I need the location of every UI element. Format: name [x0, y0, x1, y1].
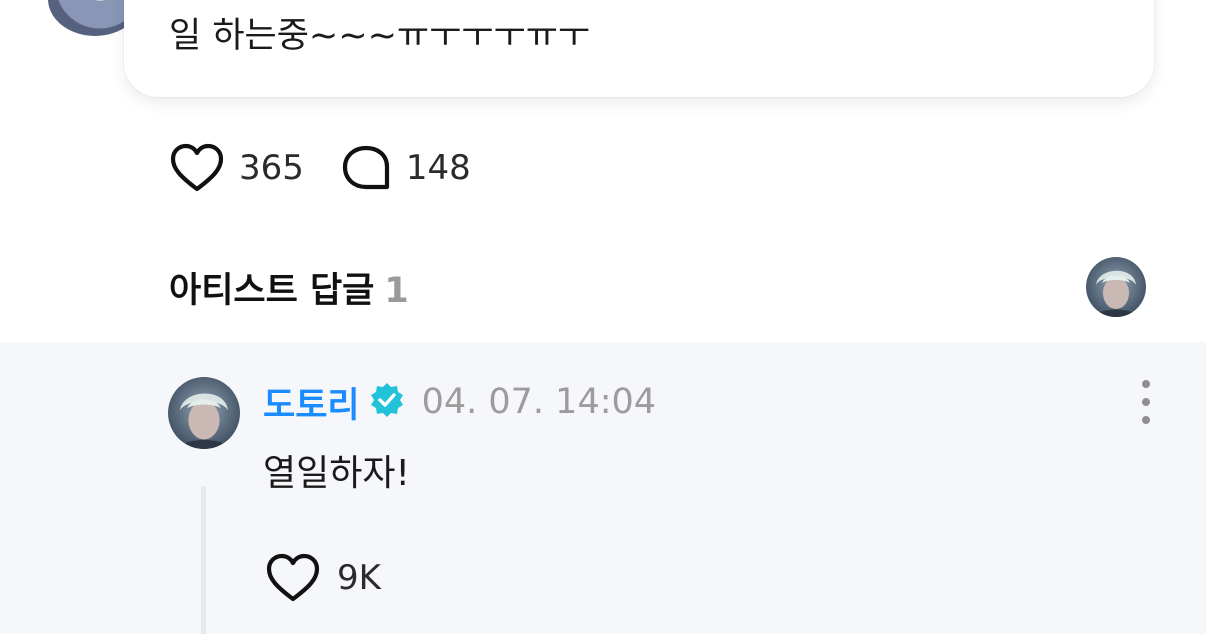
artist-replies-title: 아티스트 답글 [169, 271, 375, 311]
verified-badge-icon [370, 383, 404, 421]
post-detail-page: 일 하는중~~~ㅠㅜㅜㅜㅠㅜ 365 148 아티스트 답글 1 도토리 04.… [0, 0, 1206, 634]
post-text: 일 하는중~~~ㅠㅜㅜㅜㅠㅜ [169, 16, 591, 56]
artist-replies-count: 1 [384, 271, 409, 311]
like-count: 365 [239, 148, 304, 188]
like-button[interactable]: 365 [169, 142, 304, 194]
reply-text: 열일하자! [263, 453, 410, 494]
comment-button[interactable]: 148 [340, 143, 471, 193]
artist-replies-header: 아티스트 답글 1 [169, 262, 409, 313]
heart-outline-icon [265, 552, 321, 604]
more-dot [1142, 416, 1150, 424]
reply-author-avatar[interactable] [168, 377, 240, 449]
artist-avatar[interactable] [1086, 257, 1146, 317]
heart-outline-icon [169, 142, 225, 194]
post-stats: 365 148 [169, 138, 507, 198]
thread-line [201, 486, 206, 634]
speech-bubble-icon [340, 143, 392, 193]
more-options-button[interactable] [1132, 380, 1160, 424]
reply-meta: 도토리 04. 07. 14:04 [263, 376, 656, 428]
comment-count: 148 [405, 148, 471, 188]
more-dot [1142, 398, 1150, 406]
reply-timestamp: 04. 07. 14:04 [421, 382, 657, 422]
reply-author-name[interactable]: 도토리 [263, 377, 360, 428]
reply-like-button[interactable]: 9K [265, 552, 381, 604]
more-vertical-icon [1142, 380, 1150, 388]
reply-like-count: 9K [337, 558, 381, 598]
